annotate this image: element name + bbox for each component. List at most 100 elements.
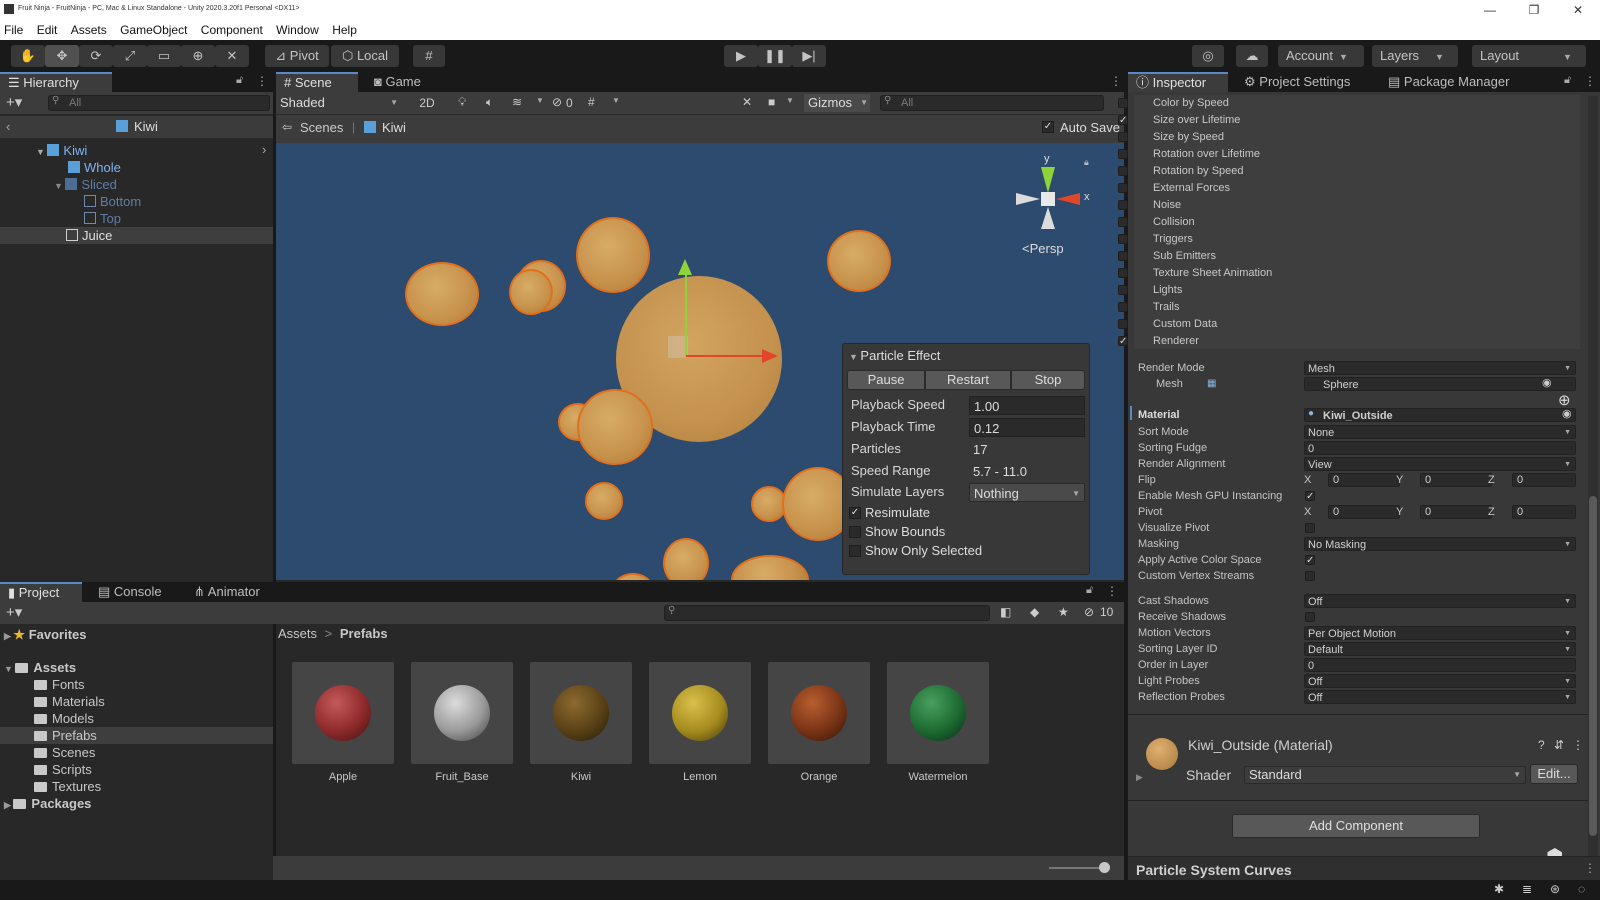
rect-tool-icon[interactable]: ▭ — [147, 45, 181, 67]
module-sub-emitters[interactable]: Sub Emitters — [1134, 248, 1216, 265]
flip-x-input[interactable]: 0 — [1328, 473, 1400, 487]
transform-tool-icon[interactable]: ⊕ — [181, 45, 215, 67]
asset-lemon[interactable]: Lemon — [649, 662, 751, 783]
preset-icon[interactable]: ⇵ — [1554, 738, 1564, 752]
filter-type-icon[interactable]: ◧ — [1000, 605, 1011, 619]
module-checkbox[interactable] — [1118, 166, 1128, 176]
hierarchy-item-juice[interactable]: Juice — [66, 227, 112, 244]
help-icon[interactable]: ? — [1538, 738, 1545, 752]
menu-dots-icon[interactable]: ⋮ — [1106, 584, 1118, 598]
module-checkbox[interactable]: ✓ — [1118, 336, 1128, 347]
asset-apple[interactable]: Apple — [292, 662, 394, 783]
module-checkbox[interactable] — [1118, 183, 1128, 193]
module-custom-data[interactable]: Custom Data — [1134, 316, 1217, 333]
show-bounds-checkbox[interactable] — [849, 526, 861, 538]
breadcrumb-scenes[interactable]: Scenes — [300, 120, 343, 135]
custom-tool-icon[interactable]: ✕ — [215, 45, 249, 67]
assets-root-item[interactable]: ▼ Assets — [4, 659, 76, 676]
custom-vertex-streams-checkbox[interactable] — [1305, 571, 1315, 581]
perspective-toggle[interactable]: <Persp — [1022, 241, 1064, 256]
account-dropdown[interactable]: Account ▼ — [1278, 45, 1364, 67]
move-gizmo-x-axis[interactable] — [686, 355, 764, 357]
module-lights[interactable]: Lights — [1134, 282, 1182, 299]
cloud-icon[interactable]: ☁ — [1236, 45, 1268, 67]
asset-watermelon[interactable]: Watermelon — [887, 662, 989, 783]
module-checkbox[interactable] — [1118, 98, 1128, 108]
hierarchy-item-sliced[interactable]: ▼ Sliced — [54, 176, 117, 193]
module-external-forces[interactable]: External Forces — [1134, 180, 1230, 197]
sorting-layer-id-dropdown[interactable]: Default — [1304, 642, 1576, 657]
module-color-by-speed[interactable]: Color by Speed — [1134, 95, 1229, 112]
menu-file[interactable]: File — [4, 20, 23, 40]
menu-help[interactable]: Help — [332, 20, 357, 40]
pivot-z-input[interactable]: 0 — [1512, 505, 1576, 519]
hierarchy-item-top[interactable]: Top — [84, 210, 121, 227]
favorites-item[interactable]: ▶ ★ Favorites — [4, 626, 87, 643]
folder-models[interactable]: Models — [34, 710, 94, 727]
scene-search-input[interactable]: All — [880, 95, 1104, 111]
favorite-star-icon[interactable]: ★ — [1058, 605, 1069, 619]
playback-time-input[interactable]: 0.12 — [969, 418, 1085, 437]
mode-2d-button[interactable]: 2D — [414, 94, 440, 112]
object-picker-icon[interactable]: ◉ — [1542, 376, 1552, 389]
breadcrumb-prefabs[interactable]: Prefabs — [340, 626, 388, 641]
scrollbar-thumb[interactable] — [1589, 496, 1597, 836]
add-icon[interactable]: +▾ — [6, 93, 22, 111]
gpu-instancing-checkbox[interactable]: ✓ — [1305, 491, 1315, 502]
hierarchy-search-input[interactable]: All — [48, 95, 270, 111]
menu-dots-icon[interactable]: ⋮ — [1584, 74, 1596, 88]
tab-scene[interactable]: # Scene — [276, 72, 358, 92]
reflection-probes-dropdown[interactable]: Off — [1304, 690, 1576, 705]
pause-button[interactable]: Pause — [847, 370, 925, 390]
folder-prefabs[interactable]: Prefabs — [34, 727, 97, 744]
hierarchy-item-kiwi[interactable]: ▼ Kiwi — [36, 142, 87, 159]
menu-edit[interactable]: Edit — [37, 20, 58, 40]
lighting-icon[interactable]: 💡︎ — [458, 95, 466, 110]
back-arrow-icon[interactable]: ‹ — [6, 119, 10, 134]
module-renderer[interactable]: Renderer — [1134, 333, 1199, 350]
maximize-icon[interactable]: ❐ — [1514, 0, 1554, 20]
move-gizmo-y-axis[interactable] — [685, 274, 687, 358]
splitter[interactable] — [273, 624, 276, 880]
show-only-selected-checkbox[interactable] — [849, 545, 861, 557]
collab-icon[interactable]: ◎ — [1192, 45, 1224, 67]
menu-assets[interactable]: Assets — [71, 20, 107, 40]
add-icon[interactable]: +▾ — [6, 603, 22, 621]
scene-viewport[interactable]: y x 🔒︎ <Persp ▼ Particle Effect Pause Re… — [276, 143, 1124, 580]
breadcrumb-kiwi[interactable]: Kiwi — [382, 120, 406, 135]
gizmo-neg-x-cone[interactable] — [1016, 193, 1040, 205]
render-alignment-dropdown[interactable]: View — [1304, 457, 1576, 472]
simulate-layers-dropdown[interactable]: Nothing ▼ — [969, 483, 1085, 502]
module-checkbox[interactable] — [1118, 251, 1128, 261]
lock-icon[interactable]: 🔓︎ — [1086, 584, 1093, 597]
chevron-down-icon[interactable]: ▼ — [536, 96, 544, 105]
thumbnail-size-slider[interactable] — [1049, 867, 1105, 869]
close-icon[interactable]: ✕ — [1558, 0, 1598, 20]
slider-handle[interactable] — [1099, 862, 1110, 873]
chevron-down-icon[interactable]: ▼ — [786, 96, 794, 105]
asset-fruit-base[interactable]: Fruit_Base — [411, 662, 513, 783]
module-checkbox[interactable] — [1118, 149, 1128, 159]
effects-icon[interactable]: ≋ — [512, 95, 522, 109]
move-gizmo-x-arrow[interactable] — [762, 349, 778, 363]
collapse-arrow-icon[interactable]: ▼ — [849, 352, 860, 362]
folder-textures[interactable]: Textures — [34, 778, 101, 795]
module-texture-sheet-animation[interactable]: Texture Sheet Animation — [1134, 265, 1272, 282]
gizmo-x-cone[interactable] — [1056, 193, 1080, 205]
light-probes-dropdown[interactable]: Off — [1304, 674, 1576, 689]
breadcrumb-assets[interactable]: Assets — [278, 626, 317, 641]
chevron-right-icon[interactable]: › — [262, 142, 266, 157]
module-triggers[interactable]: Triggers — [1134, 231, 1193, 248]
module-checkbox[interactable] — [1118, 132, 1128, 142]
flip-y-input[interactable]: 0 — [1420, 473, 1492, 487]
hidden-packages-icon[interactable]: ⊘ — [1084, 605, 1094, 619]
menu-component[interactable]: Component — [201, 20, 263, 40]
gizmo-y-cone[interactable] — [1041, 167, 1055, 193]
gizmos-button[interactable]: Gizmos ▼ — [804, 94, 870, 112]
module-checkbox[interactable] — [1118, 234, 1128, 244]
camera-icon[interactable]: ■ — [768, 95, 775, 109]
stop-button[interactable]: Stop — [1011, 370, 1085, 390]
hierarchy-item-whole[interactable]: Whole — [68, 159, 121, 176]
menu-gameobject[interactable]: GameObject — [120, 20, 187, 40]
layers-dropdown[interactable]: Layers ▼ — [1372, 45, 1458, 67]
